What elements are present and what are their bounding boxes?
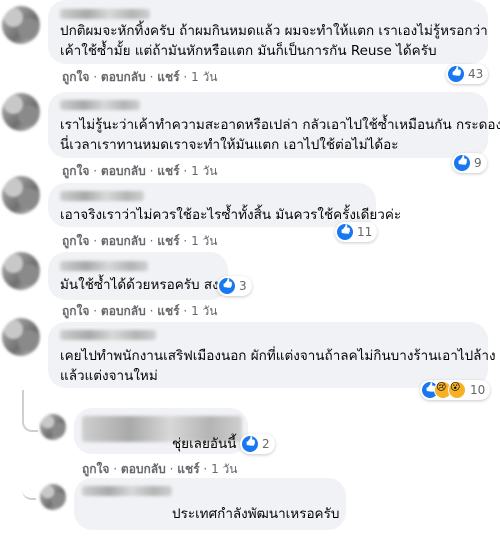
reaction-number: 11 [357,225,373,239]
author-name-blurred[interactable] [60,261,148,271]
reaction-number: 10 [470,383,486,397]
like-link[interactable]: ถูกใจ [62,70,89,84]
like-link[interactable]: ถูกใจ [62,164,89,178]
like-reaction-icon [454,155,470,171]
wow-reaction-icon [448,381,466,399]
share-link[interactable]: แชร์ [177,462,199,476]
separator: · [169,462,174,476]
separator: · [183,304,188,318]
separator: · [149,164,154,178]
comment-actions: ถูกใจ · ตอบกลับ · แชร์ · 1 วัน [62,232,217,251]
reply-thread-line [22,430,36,500]
timestamp[interactable]: 1 วัน [191,234,217,248]
author-name-blurred[interactable] [82,486,172,496]
reaction-count[interactable]: 2 [240,434,275,454]
like-link[interactable]: ถูกใจ [82,462,109,476]
reaction-number: 9 [474,156,482,170]
reply-link[interactable]: ตอบกลับ [101,304,146,318]
share-link[interactable]: แชร์ [157,234,179,248]
timestamp[interactable]: 1 วัน [191,164,217,178]
reply-link[interactable]: ตอบกลับ [101,234,146,248]
author-name-blurred[interactable] [60,100,140,110]
like-link[interactable]: ถูกใจ [62,304,89,318]
comment-actions: ถูกใจ · ตอบกลับ · แชร์ · 1 วัน [62,302,217,321]
separator: · [113,462,118,476]
separator: · [93,234,98,248]
reaction-number: 3 [239,279,247,293]
comment-text-line: นี่เวลาเราทานหมดเราจะทำให้มันแตก เอาไปใช… [60,137,399,153]
separator: · [149,234,154,248]
separator: · [183,70,188,84]
reaction-count[interactable]: 10 [420,380,491,400]
reply-link[interactable]: ตอบกลับ [121,462,166,476]
like-reaction-icon [219,278,235,294]
reaction-count[interactable]: 3 [217,276,252,296]
avatar[interactable] [40,414,66,440]
share-link[interactable]: แชร์ [157,304,179,318]
separator: · [93,304,98,318]
separator: · [149,304,154,318]
avatar[interactable] [40,484,66,510]
separator: · [93,164,98,178]
reaction-number: 43 [468,67,484,81]
author-name-blurred[interactable] [60,330,156,340]
comment-actions: ถูกใจ · ตอบกลับ · แชร์ · 1 วัน [62,162,217,181]
avatar[interactable] [2,318,40,356]
reaction-count[interactable]: 11 [335,222,378,242]
separator: · [183,234,188,248]
share-link[interactable]: แชร์ [157,164,179,178]
like-reaction-icon [448,66,464,82]
comment-text-line: ชุ่ยเลยอันนี้ [172,436,237,452]
timestamp[interactable]: 1 วัน [191,70,217,84]
comment-actions: ถูกใจ · ตอบกลับ · แชร์ · 1 วัน [62,68,217,87]
comment-actions: ถูกใจ · ตอบกลับ · แชร์ · 1 วัน [82,460,237,479]
reaction-count[interactable]: 43 [446,64,489,84]
avatar[interactable] [2,93,40,131]
comment-text-line: แล้วแต่งจานใหม่ [60,368,158,384]
like-reaction-icon [242,436,258,452]
comment-text-line: เราไม่รู้นะว่าเค้าทำความสะอาดหรือเปล่า ก… [60,117,500,133]
timestamp[interactable]: 1 วัน [211,462,237,476]
reaction-number: 2 [262,437,270,451]
comment-text-line: ปกติผมจะหักทิ้งครับ ถ้าผมกินหมดแล้ว ผมจะ… [60,23,488,39]
comment-text-line: เค้าใช้ซ้ำมั้ย แต่ถ้ามันหักหรือแตก มันก็… [60,43,437,59]
like-reaction-icon [337,224,353,240]
reaction-count[interactable]: 9 [452,153,487,173]
separator: · [149,70,154,84]
reply-link[interactable]: ตอบกลับ [101,164,146,178]
comment-text-line: ประเทศกำลังพัฒนาเหรอครับ [172,506,340,522]
avatar[interactable] [2,252,40,290]
avatar[interactable] [2,176,40,214]
avatar[interactable] [2,6,40,44]
comment-text-line: มันใช้ซ้ำได้ด้วยหรอครับ สงสัย [60,277,235,293]
separator: · [183,164,188,178]
author-name-blurred[interactable] [60,191,144,201]
reply-thread-line [22,390,38,432]
like-link[interactable]: ถูกใจ [62,234,89,248]
separator: · [203,462,208,476]
share-link[interactable]: แชร์ [157,70,179,84]
author-name-blurred[interactable] [60,9,150,19]
separator: · [93,70,98,84]
comment-text-line: เคยไปทำพนักงานเสริฟเมืองนอก ผักที่แต่งจา… [60,348,496,364]
reply-link[interactable]: ตอบกลับ [101,70,146,84]
timestamp[interactable]: 1 วัน [191,304,217,318]
